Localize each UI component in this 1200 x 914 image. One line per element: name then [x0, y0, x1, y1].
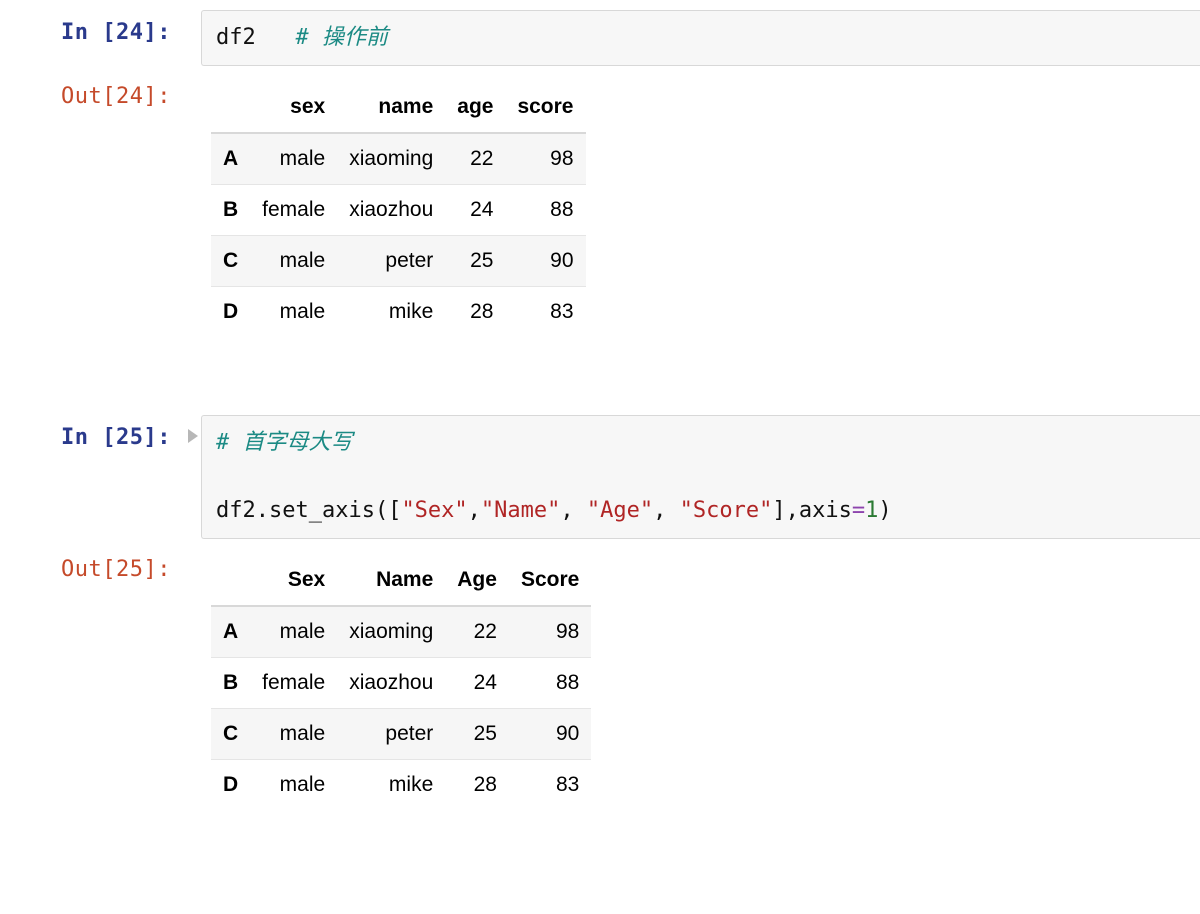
df-cell: 25: [445, 236, 505, 287]
df-cell: male: [250, 236, 337, 287]
df-row-index: C: [211, 709, 250, 760]
cell-spacer: [0, 345, 1200, 415]
df-index-header: [211, 555, 250, 606]
df-cell: xiaozhou: [337, 658, 445, 709]
df-cell: 22: [445, 606, 509, 658]
code-token: ],axis: [772, 498, 851, 523]
df-cell: 98: [505, 133, 585, 185]
df-cell: female: [250, 185, 337, 236]
prompt-in: In [25]:: [0, 415, 185, 450]
df-cell: male: [250, 133, 337, 185]
df-cell: 83: [505, 287, 585, 338]
df-cell: mike: [337, 287, 445, 338]
df-column-header: sex: [250, 82, 337, 133]
cell-input-24: In [24]: df2 # 操作前: [0, 10, 1200, 66]
df-column-header: Age: [445, 555, 509, 606]
df-cell: 90: [509, 709, 591, 760]
df-column-header: Name: [337, 555, 445, 606]
code-token: # 首字母大写: [216, 430, 353, 455]
df-row-index: A: [211, 606, 250, 658]
df-cell: 28: [445, 287, 505, 338]
code-token: "Score": [680, 498, 773, 523]
code-token: "Sex": [401, 498, 467, 523]
df-cell: 83: [509, 760, 591, 811]
table-row: Dmalemike2883: [211, 760, 591, 811]
df-cell: mike: [337, 760, 445, 811]
prompt-in: In [24]:: [0, 10, 185, 45]
df-index-header: [211, 82, 250, 133]
df-column-header: Score: [509, 555, 591, 606]
table-row: Amalexiaoming2298: [211, 133, 586, 185]
table-row: Bfemalexiaozhou2488: [211, 658, 591, 709]
df-column-header: name: [337, 82, 445, 133]
dataframe-table: sexnameagescoreAmalexiaoming2298Bfemalex…: [211, 82, 586, 337]
code-token: 1: [865, 498, 878, 523]
table-row: Bfemalexiaozhou2488: [211, 185, 586, 236]
code-input[interactable]: # 首字母大写 df2.set_axis(["Sex","Name", "Age…: [201, 415, 1200, 539]
table-row: Dmalemike2883: [211, 287, 586, 338]
df-column-header: score: [505, 82, 585, 133]
code-token: ,: [653, 498, 680, 523]
code-token: ): [878, 498, 891, 523]
prompt-out: Out[25]:: [0, 547, 185, 582]
code-token: df2: [216, 25, 256, 50]
df-cell: peter: [337, 236, 445, 287]
code-input[interactable]: df2 # 操作前: [201, 10, 1200, 66]
run-cell-icon[interactable]: [188, 429, 198, 443]
code-token: "Name": [481, 498, 560, 523]
df-row-index: C: [211, 236, 250, 287]
df-cell: female: [250, 658, 337, 709]
code-token: [256, 25, 296, 50]
df-cell: xiaoming: [337, 133, 445, 185]
run-toggle-col: [185, 10, 201, 24]
df-cell: xiaoming: [337, 606, 445, 658]
df-cell: 24: [445, 185, 505, 236]
df-cell: 88: [505, 185, 585, 236]
prompt-out: Out[24]:: [0, 74, 185, 109]
df-cell: 98: [509, 606, 591, 658]
df-column-header: age: [445, 82, 505, 133]
df-cell: male: [250, 287, 337, 338]
df-cell: xiaozhou: [337, 185, 445, 236]
code-token: =: [852, 498, 865, 523]
df-row-index: B: [211, 185, 250, 236]
df-row-index: D: [211, 287, 250, 338]
df-cell: 88: [509, 658, 591, 709]
df-row-index: B: [211, 658, 250, 709]
cell-input-25: In [25]: # 首字母大写 df2.set_axis(["Sex","Na…: [0, 415, 1200, 539]
code-token: ,: [468, 498, 481, 523]
df-cell: 22: [445, 133, 505, 185]
df-row-index: A: [211, 133, 250, 185]
run-toggle-col: [185, 415, 201, 443]
df-cell: male: [250, 760, 337, 811]
df-cell: peter: [337, 709, 445, 760]
df-cell: male: [250, 709, 337, 760]
code-token: ,: [560, 498, 587, 523]
code-token: "Age": [587, 498, 653, 523]
df-cell: 24: [445, 658, 509, 709]
df-cell: 90: [505, 236, 585, 287]
code-token: # 操作前: [296, 25, 389, 50]
dataframe-table: SexNameAgeScoreAmalexiaoming2298Bfemalex…: [211, 555, 591, 810]
table-row: Amalexiaoming2298: [211, 606, 591, 658]
code-token: df2.set_axis([: [216, 498, 401, 523]
table-row: Cmalepeter2590: [211, 236, 586, 287]
table-row: Cmalepeter2590: [211, 709, 591, 760]
df-cell: 28: [445, 760, 509, 811]
df-column-header: Sex: [250, 555, 337, 606]
df-cell: male: [250, 606, 337, 658]
cell-output-25: Out[25]: SexNameAgeScoreAmalexiaoming229…: [0, 547, 1200, 810]
cell-output-24: Out[24]: sexnameagescoreAmalexiaoming229…: [0, 74, 1200, 337]
df-row-index: D: [211, 760, 250, 811]
df-cell: 25: [445, 709, 509, 760]
